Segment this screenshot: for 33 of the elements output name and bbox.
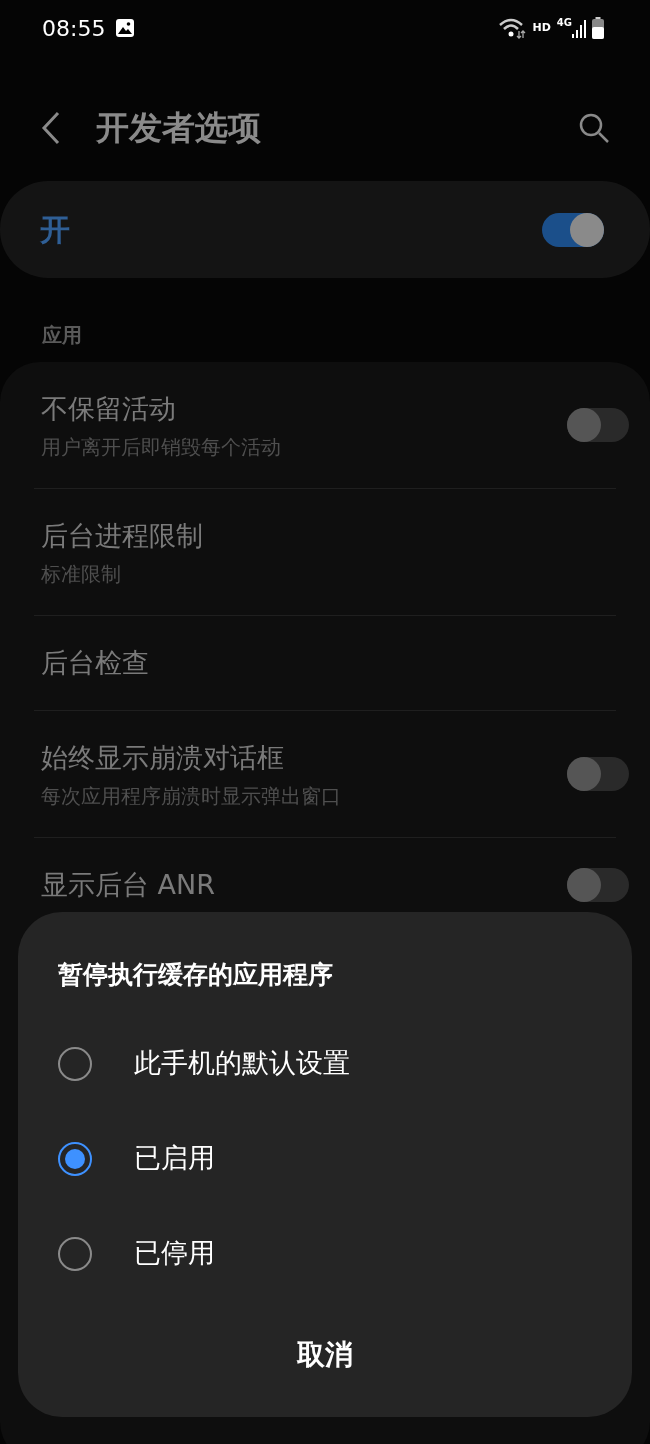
wifi-icon <box>498 17 527 39</box>
toggle-switch[interactable] <box>542 212 604 247</box>
radio-button[interactable] <box>58 1141 92 1176</box>
setting-subtitle: 每次应用程序崩溃时显示弹出窗口 <box>41 783 341 810</box>
toggle-switch[interactable] <box>567 408 629 442</box>
option-label[interactable]: 已启用 <box>134 1138 215 1179</box>
image-icon <box>115 18 136 38</box>
section-title: 应用 <box>42 323 82 347</box>
toggle-switch[interactable] <box>567 868 629 902</box>
setting-title[interactable]: 不保留活动 <box>41 389 281 429</box>
master-switch-label: 开 <box>40 211 70 249</box>
radio-button[interactable] <box>58 1236 92 1271</box>
setting-title[interactable]: 后台检查 <box>41 643 149 683</box>
master-switch-card[interactable]: 开 <box>0 181 650 278</box>
setting-subtitle: 用户离开后即销毁每个活动 <box>41 434 281 461</box>
setting-title[interactable]: 后台进程限制 <box>41 516 203 556</box>
setting-title[interactable]: 始终显示崩溃对话框 <box>41 738 341 778</box>
option-label[interactable]: 此手机的默认设置 <box>134 1043 350 1084</box>
back-icon[interactable] <box>40 111 62 145</box>
search-icon[interactable] <box>578 112 610 144</box>
cancel-button[interactable]: 取消 <box>277 1325 373 1385</box>
option-label[interactable]: 已停用 <box>134 1233 215 1274</box>
dialog-title: 暂停执行缓存的应用程序 <box>58 959 334 991</box>
setting-subtitle: 标准限制 <box>41 561 122 588</box>
signal-icon <box>572 18 586 38</box>
setting-title[interactable]: 显示后台 ANR <box>41 865 215 905</box>
page-title: 开发者选项 <box>96 107 261 150</box>
battery-icon <box>592 17 604 39</box>
hd-label: HD <box>532 19 551 36</box>
radio-button[interactable] <box>58 1046 92 1081</box>
network-label: 4G <box>556 18 572 28</box>
toggle-switch[interactable] <box>567 757 629 791</box>
status-time: 08:55 <box>42 14 106 43</box>
